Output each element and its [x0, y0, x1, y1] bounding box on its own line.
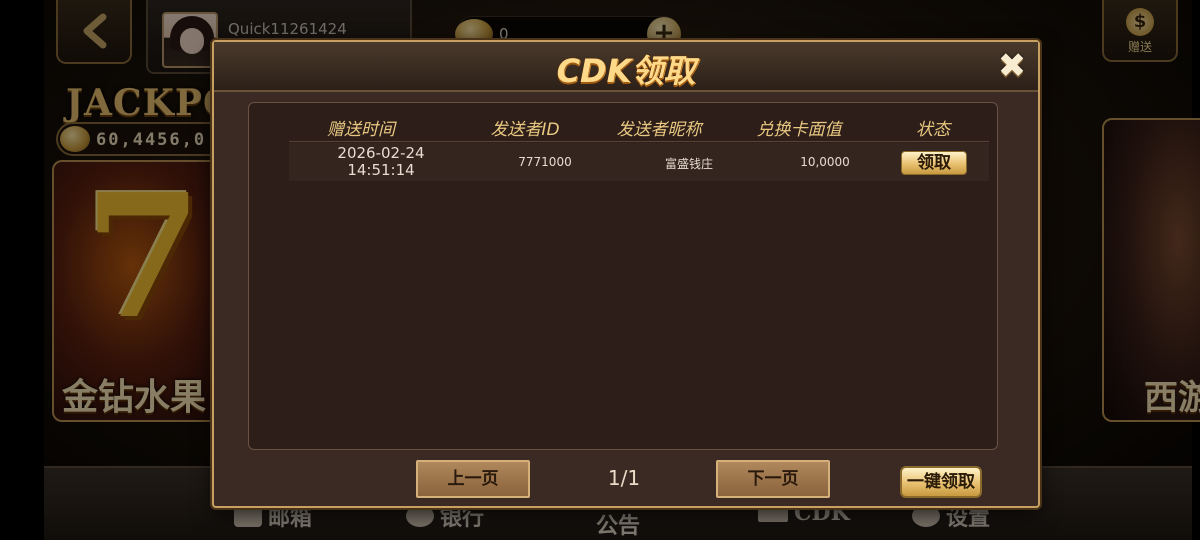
close-button[interactable]: ✖: [992, 46, 1032, 86]
prev-page-button[interactable]: 上一页: [416, 460, 530, 498]
send-time: 2026-02-24 14:51:14: [311, 145, 451, 179]
column-header: 兑换卡面值: [756, 120, 842, 140]
sender-name: 富盛钱庄: [664, 157, 713, 171]
cdk-claim-dialog: CDK领取 ✖ 赠送时间 发送者ID 发送者昵称 兑换卡面值 状态 2026-0…: [212, 40, 1040, 508]
dialog-header: CDK领取 ✖: [214, 42, 1038, 92]
page-indicator: 1/1: [607, 466, 641, 490]
next-page-button[interactable]: 下一页: [716, 460, 830, 498]
column-header: 发送者ID: [490, 120, 560, 140]
card-value: 10,0000: [800, 155, 850, 169]
header-divider: [289, 141, 989, 142]
cdk-table: 赠送时间 发送者ID 发送者昵称 兑换卡面值 状态 2026-02-24 14:…: [248, 102, 998, 450]
column-header: 赠送时间: [327, 120, 395, 140]
column-header: 状态: [916, 120, 950, 140]
claim-all-button[interactable]: 一键领取: [900, 466, 982, 498]
send-date: 2026-02-24: [337, 144, 425, 162]
table-row: 2026-02-24 14:51:14 7771000 富盛钱庄 10,0000: [289, 143, 989, 181]
dialog-title: CDK领取: [556, 52, 696, 90]
sender-id: 7771000: [518, 155, 572, 169]
table-header: 赠送时间 发送者ID 发送者昵称 兑换卡面值 状态: [249, 115, 997, 141]
send-clock: 14:51:14: [347, 161, 415, 179]
close-icon: ✖: [997, 46, 1027, 86]
claim-button[interactable]: 领取: [901, 151, 967, 175]
column-header: 发送者昵称: [616, 120, 702, 140]
